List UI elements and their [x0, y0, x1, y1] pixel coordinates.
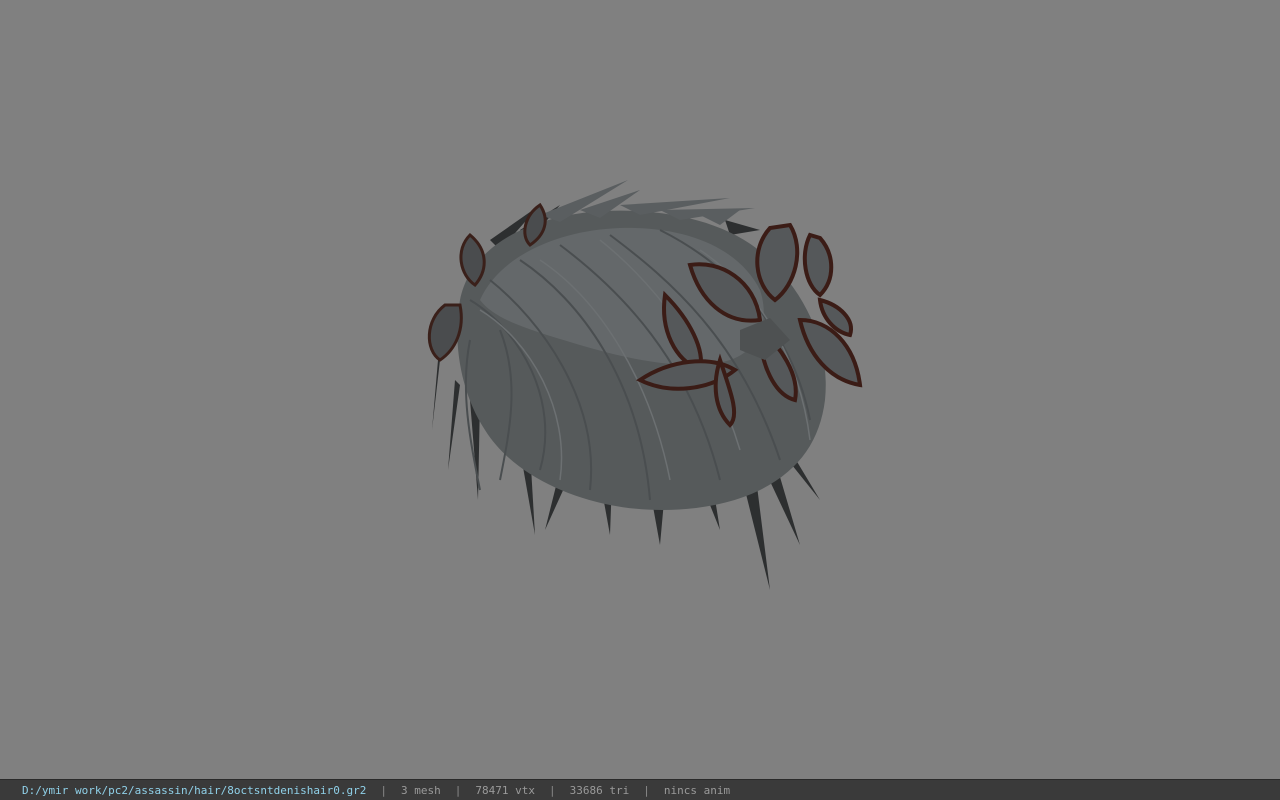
status-separator: | — [548, 783, 556, 797]
mesh-count-label: 3 mesh — [401, 783, 441, 797]
hair-model-icon[interactable] — [0, 0, 1280, 779]
3d-viewport[interactable] — [0, 0, 1280, 779]
status-separator: | — [643, 783, 650, 797]
status-bar: D:/ymir work/pc2/assassin/hair/8octsntde… — [0, 779, 1280, 800]
status-separator: | — [380, 783, 387, 797]
animation-status-label: nincs anim — [663, 783, 731, 797]
triangle-count-label: 33686 tri — [569, 783, 630, 797]
vertex-count-label: 78471 vtx — [475, 783, 535, 797]
status-separator: | — [454, 783, 462, 797]
file-path-label: D:/ymir work/pc2/assassin/hair/8octsntde… — [22, 783, 367, 797]
